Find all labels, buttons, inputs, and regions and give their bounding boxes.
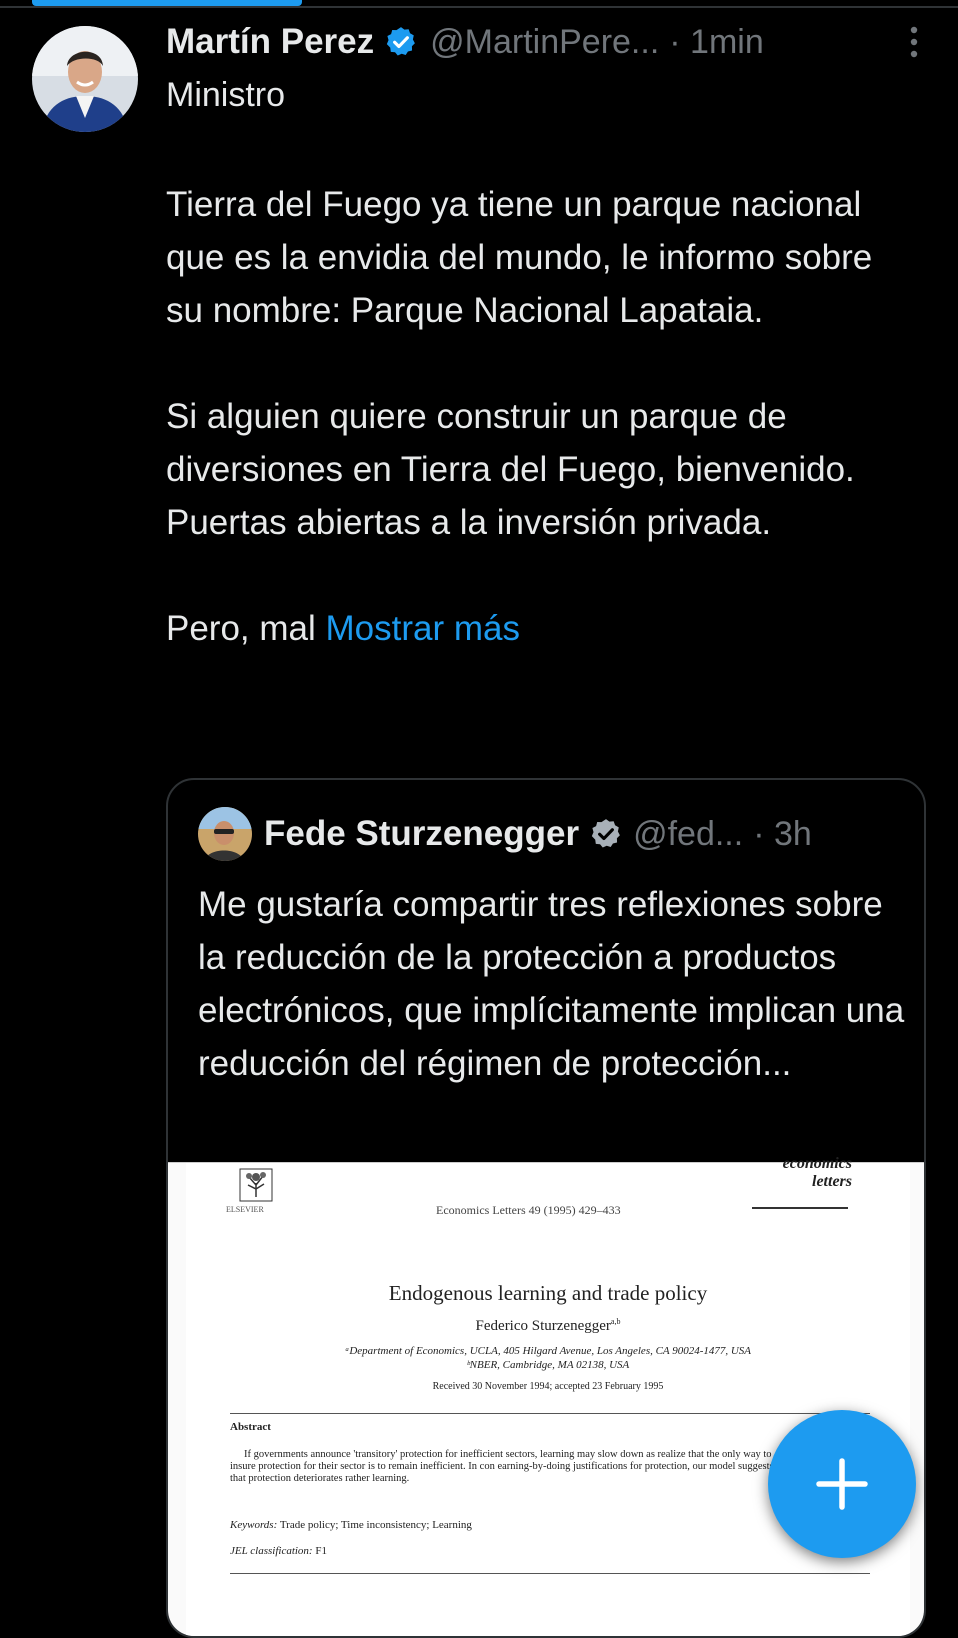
- paper-keywords: Keywords: Trade policy; Time inconsisten…: [230, 1519, 472, 1531]
- abstract-heading: Abstract: [230, 1421, 271, 1433]
- tweet-timestamp[interactable]: · 1min: [669, 23, 763, 62]
- quoted-tweet-text: Me gustaría compartir tres reflexiones s…: [198, 885, 905, 1083]
- paper-affiliation: ᵇNBER, Cambridge, MA 02138, USA: [466, 1359, 630, 1371]
- tweet-paragraph: Tierra del Fuego ya tiene un parque naci…: [166, 185, 873, 330]
- keywords-value: Trade policy; Time inconsistency; Learni…: [277, 1519, 472, 1531]
- author-handle[interactable]: @MartinPere...: [430, 23, 659, 62]
- verified-badge-icon: [386, 27, 416, 56]
- paper-affiliation: ᵃDepartment of Economics, UCLA, 405 Hilg…: [344, 1345, 752, 1357]
- jel-value: F1: [312, 1545, 327, 1557]
- divider: [0, 6, 958, 8]
- journal-reference: Economics Letters 49 (1995) 429–433: [436, 1203, 621, 1217]
- quoted-author-name: Fede Sturzenegger: [264, 814, 580, 853]
- tweet-paragraph: Si alguien quiere construir un parque de…: [166, 397, 855, 542]
- quoted-tweet-header: Fede Sturzenegger @fed... · 3h: [198, 806, 812, 862]
- divider: [230, 1573, 870, 1574]
- quoted-timestamp: · 3h: [753, 814, 812, 853]
- tweet-header: Martín Perez @MartinPere... · 1min: [166, 18, 926, 66]
- paper-author-sup: a,b: [610, 1317, 621, 1326]
- paper-received-date: Received 30 November 1994; accepted 23 F…: [432, 1381, 664, 1392]
- quoted-tweet-image[interactable]: ELSEVIER Economics Letters 49 (1995) 429…: [168, 1155, 924, 1636]
- quoted-author-handle: @fed...: [633, 814, 744, 853]
- plus-icon: [816, 1458, 868, 1510]
- elsevier-tree-logo: [239, 1168, 273, 1202]
- abstract-text: If governments announce 'transitory' pro…: [230, 1449, 774, 1484]
- show-more-link[interactable]: Mostrar más: [326, 609, 520, 648]
- paper-page: ELSEVIER Economics Letters 49 (1995) 429…: [186, 1155, 910, 1636]
- author-avatar[interactable]: [32, 26, 138, 132]
- publisher-name: ELSEVIER: [226, 1205, 264, 1214]
- paper-author-name: Federico Sturzenegger: [475, 1318, 611, 1334]
- divider: [230, 1413, 870, 1414]
- author-name[interactable]: Martín Perez: [166, 22, 374, 62]
- journal-rule: [752, 1207, 848, 1209]
- journal-name: economics letters: [783, 1155, 852, 1191]
- more-vertical-icon[interactable]: [902, 24, 926, 60]
- jel-label: JEL classification:: [230, 1545, 313, 1557]
- journal-name-line: letters: [812, 1173, 852, 1190]
- paper-author: Federico Sturzeneggera,b: [186, 1317, 910, 1335]
- tweet-truncated-line: Pero, mal Mostrar más: [166, 602, 906, 655]
- compose-button[interactable]: [768, 1410, 916, 1558]
- quoted-author-avatar: [198, 807, 252, 861]
- author-subtitle: Ministro: [166, 76, 286, 114]
- paper-title: Endogenous learning and trade policy: [388, 1281, 708, 1305]
- tweet-truncated-text: Pero, mal: [166, 609, 326, 648]
- keywords-label: Keywords:: [230, 1519, 278, 1531]
- journal-name-line: economics: [782, 1155, 852, 1172]
- tweet-body: Tierra del Fuego ya tiene un parque naci…: [166, 178, 906, 655]
- paper-jel: JEL classification: F1: [230, 1545, 327, 1557]
- verified-badge-icon: [591, 819, 620, 848]
